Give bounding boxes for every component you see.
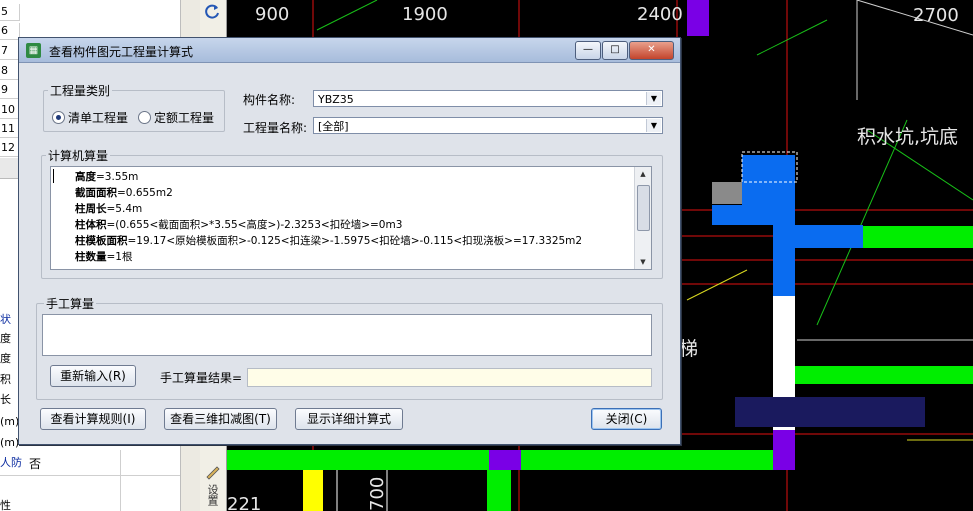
property-label: 人防 — [0, 454, 22, 470]
radio-quota-quantity[interactable]: 定额工程量 — [138, 109, 214, 126]
pit-label: 积水坑,坑底 — [857, 126, 959, 148]
close-window-button[interactable]: ✕ — [629, 41, 674, 60]
manual-calc-label: 手工算量 — [44, 295, 97, 312]
dimension-label: 1900 — [402, 4, 448, 25]
formula-line: 柱周长=5.4m — [75, 203, 143, 215]
scroll-down-icon[interactable]: ▼ — [635, 255, 651, 269]
column-divider — [120, 450, 121, 511]
quantity-name-value: [全部] — [318, 120, 349, 133]
row-number[interactable]: 5 — [0, 4, 20, 21]
chevron-down-icon[interactable]: ▼ — [646, 92, 661, 105]
property-label: 度 — [0, 350, 11, 366]
manual-result-label: 手工算量结果= — [160, 371, 243, 385]
text-caret — [53, 169, 54, 183]
category-group-label: 工程量类别 — [48, 82, 113, 99]
radio-indicator[interactable] — [138, 111, 151, 124]
row-number[interactable]: 12 — [0, 140, 20, 157]
pencil-icon[interactable] — [203, 462, 223, 482]
scroll-thumb[interactable] — [637, 185, 650, 231]
app-icon: ▦ — [26, 43, 41, 58]
formula-line: 高度=3.55m — [75, 171, 139, 183]
view-rules-button[interactable]: 查看计算规则(I) — [40, 408, 146, 430]
refresh-icon[interactable] — [203, 2, 223, 22]
property-label: 度 — [0, 330, 11, 346]
property-label: (m) — [0, 436, 20, 449]
property-value[interactable]: 否 — [29, 455, 42, 472]
property-label: 长 — [0, 391, 11, 407]
dimension-label: 2400 — [637, 4, 683, 25]
formula-line: 柱模板面积=19.17<原始模板面积>-0.125<扣连梁>-1.5975<扣砼… — [75, 235, 583, 247]
property-label: 状 — [0, 311, 11, 327]
property-label: 性 — [0, 497, 11, 511]
formula-line: 截面面积=0.655m2 — [75, 187, 173, 199]
dialog-title: 查看构件图元工程量计算式 — [49, 45, 194, 59]
manual-result-field[interactable] — [247, 368, 652, 387]
component-name-value: YBZ35 — [318, 93, 354, 106]
computer-calc-label: 计算机算量 — [46, 147, 111, 164]
quantity-name-label: 工程量名称: — [243, 121, 308, 135]
dialog-titlebar[interactable]: ▦ 查看构件图元工程量计算式 — □ ✕ — [19, 38, 680, 63]
formula-textbox[interactable]: 高度=3.55m 截面面积=0.655m2 柱周长=5.4m 柱体积=(0.65… — [50, 166, 652, 270]
dimension-label: 700 — [367, 476, 388, 511]
manual-formula-input[interactable] — [42, 314, 652, 356]
view-3d-deduction-button[interactable]: 查看三维扣减图(T) — [164, 408, 277, 430]
dimension-label: 900 — [255, 4, 290, 25]
property-label: (m) — [0, 415, 20, 428]
quantity-formula-dialog: ▦ 查看构件图元工程量计算式 — □ ✕ 工程量类别 清单工程量 定额工程量 构… — [18, 37, 681, 445]
minimize-button[interactable]: — — [575, 41, 601, 60]
maximize-button[interactable]: □ — [602, 41, 628, 60]
row-divider — [0, 475, 180, 476]
scroll-up-icon[interactable]: ▲ — [635, 167, 651, 181]
formula-line: 柱体积=(0.655<截面面积>*3.55<高度>)-2.3253<扣砼墙>=0… — [75, 219, 403, 231]
property-label: 积 — [0, 371, 11, 387]
formula-line: 柱数量=1根 — [75, 251, 133, 263]
show-detail-formula-button[interactable]: 显示详细计算式 — [295, 408, 403, 430]
reinput-button[interactable]: 重新输入(R) — [50, 365, 136, 387]
close-button[interactable]: 关闭(C) — [591, 408, 662, 430]
row-number[interactable]: 11 — [0, 121, 20, 138]
row-number[interactable]: 9 — [0, 82, 20, 99]
chevron-down-icon[interactable]: ▼ — [646, 119, 661, 132]
radio-bill-quantity[interactable]: 清单工程量 — [52, 109, 128, 126]
stair-label: 梯 — [679, 338, 699, 360]
component-name-label: 构件名称: — [243, 93, 296, 107]
radio-label: 定额工程量 — [154, 111, 215, 125]
component-name-select[interactable]: YBZ35 ▼ — [313, 90, 663, 107]
formula-scrollbar[interactable]: ▲ ▼ — [634, 167, 651, 269]
radio-label: 清单工程量 — [68, 111, 129, 125]
row-number[interactable]: 10 — [0, 102, 20, 119]
dimension-label: 2700 — [913, 5, 959, 26]
row-number[interactable]: 6 — [0, 23, 20, 40]
row-number[interactable]: 7 — [0, 43, 20, 60]
row-number[interactable]: 8 — [0, 63, 20, 80]
settings-tab[interactable]: 设置 — [206, 484, 219, 506]
dimension-label: 221 — [227, 494, 262, 511]
quantity-name-select[interactable]: [全部] ▼ — [313, 117, 663, 134]
radio-indicator[interactable] — [52, 111, 65, 124]
